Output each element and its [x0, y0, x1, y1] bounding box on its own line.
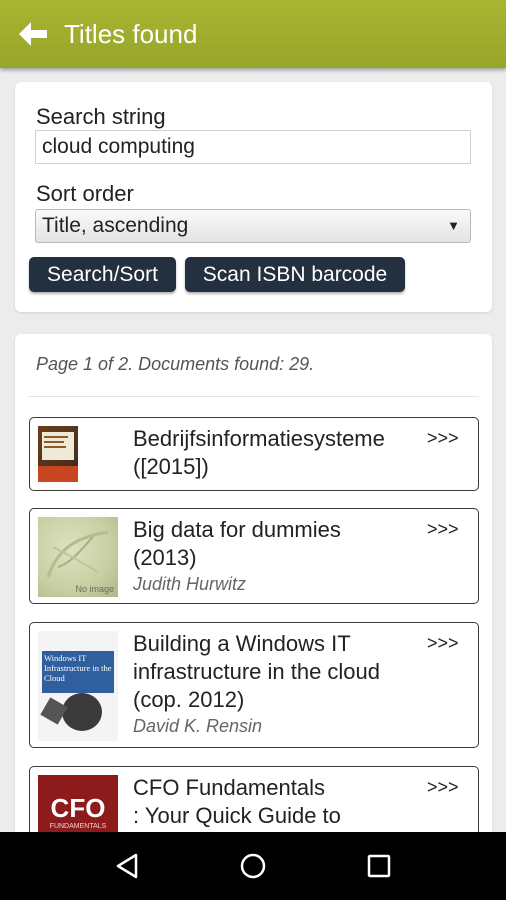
- system-nav-bar: [0, 832, 506, 900]
- cover-title-text: Windows IT Infrastructure in the Cloud: [44, 653, 112, 683]
- nav-recents-button[interactable]: [359, 846, 399, 886]
- content-area[interactable]: Search string Sort order Title, ascendin…: [0, 68, 506, 832]
- search-input[interactable]: [35, 130, 471, 164]
- arrow-left-icon: [19, 22, 47, 46]
- nav-home-button[interactable]: [233, 846, 273, 886]
- result-item[interactable]: Bedrijfsinformatiesysteme ([2015]) >>>: [29, 417, 479, 491]
- scan-isbn-button[interactable]: Scan ISBN barcode: [185, 257, 405, 292]
- triangle-back-icon: [116, 853, 138, 879]
- result-more-indicator: >>>: [427, 633, 459, 653]
- result-author: David K. Rensin: [133, 716, 263, 736]
- result-more-indicator: >>>: [427, 519, 459, 539]
- dropdown-arrow-icon: ▼: [447, 218, 460, 233]
- nav-back-button[interactable]: [107, 846, 147, 886]
- divider: [29, 396, 479, 397]
- result-title: CFO Fundamentals : Your Quick Guide to: [133, 775, 341, 828]
- result-title: Big data for dummies (2013): [133, 517, 341, 570]
- no-image-placeholder: No image: [38, 517, 118, 597]
- search-sort-button[interactable]: Search/Sort: [29, 257, 176, 292]
- results-card: Page 1 of 2. Documents found: 29. Bedrij…: [15, 334, 492, 832]
- result-item[interactable]: CFO FUNDAMENTALS CFO Fundamentals : Your…: [29, 766, 479, 832]
- result-title: Building a Windows IT infrastructure in …: [133, 631, 381, 712]
- cover-cfo-text: CFO: [50, 793, 106, 823]
- app-bar: Titles found: [0, 0, 506, 68]
- square-recents-icon: [367, 854, 391, 878]
- result-item[interactable]: Windows IT Infrastructure in the Cloud B…: [29, 622, 479, 748]
- sort-order-value: Title, ascending: [42, 214, 189, 237]
- sort-order-select[interactable]: Title, ascending ▼: [35, 209, 471, 243]
- page-title: Titles found: [64, 18, 198, 49]
- result-author: Judith Hurwitz: [133, 574, 247, 594]
- circle-home-icon: [240, 853, 266, 879]
- search-card: Search string Sort order Title, ascendin…: [15, 82, 492, 312]
- page-info: Page 1 of 2. Documents found: 29.: [36, 354, 315, 374]
- no-image-text: No image: [75, 584, 114, 594]
- sort-order-label: Sort order: [36, 181, 134, 206]
- result-item[interactable]: No image Big data for dummies (2013) Jud…: [29, 508, 479, 604]
- book-cover-image: Windows IT Infrastructure in the Cloud: [38, 631, 118, 741]
- book-cover-image: [38, 426, 78, 482]
- back-button[interactable]: [16, 17, 50, 51]
- result-title: Bedrijfsinformatiesysteme ([2015]): [133, 426, 385, 479]
- book-cover-image: CFO FUNDAMENTALS: [38, 775, 118, 832]
- search-string-label: Search string: [36, 104, 166, 129]
- cover-subtitle-text: FUNDAMENTALS: [49, 823, 107, 830]
- result-more-indicator: >>>: [427, 428, 459, 448]
- result-more-indicator: >>>: [427, 777, 459, 797]
